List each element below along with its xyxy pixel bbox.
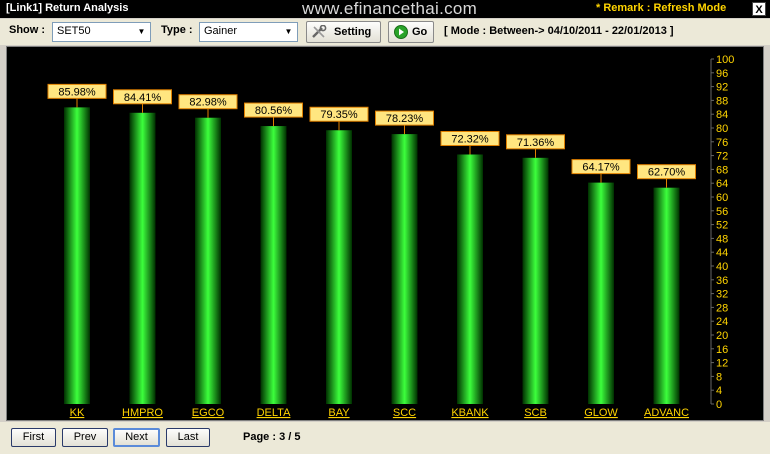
- x-tick-glow[interactable]: GLOW: [584, 407, 618, 419]
- y-tick-label: 40: [716, 261, 728, 273]
- svg-text:64.17%: 64.17%: [582, 162, 620, 174]
- play-icon: [394, 25, 408, 39]
- y-tick-label: 44: [716, 247, 728, 259]
- y-tick-label: 8: [716, 371, 722, 383]
- y-tick-label: 68: [716, 164, 728, 176]
- bar-kk: [64, 107, 90, 404]
- data-label-bay: 79.35%: [309, 106, 369, 131]
- tools-icon: [312, 25, 327, 38]
- title-bar: [Link1] Return Analysis www.efinancethai…: [0, 0, 770, 18]
- x-tick-egco[interactable]: EGCO: [192, 407, 225, 419]
- x-tick-scb[interactable]: SCB: [524, 407, 547, 419]
- bar-hmpro: [129, 112, 156, 405]
- last-page-button[interactable]: Last: [166, 428, 210, 447]
- bar-scc: [391, 134, 418, 404]
- toolbar: Show : SET50 ▼ Type : Gainer ▼ Setting G…: [0, 19, 770, 45]
- y-tick-label: 0: [716, 399, 722, 411]
- type-select-value: Gainer: [204, 25, 238, 37]
- page-indicator: Page : 3 / 5: [243, 431, 301, 443]
- y-tick-label: 4: [716, 385, 722, 397]
- x-tick-kbank[interactable]: KBANK: [451, 407, 489, 419]
- prev-page-button[interactable]: Prev: [62, 428, 108, 447]
- data-label-scc: 78.23%: [375, 110, 434, 135]
- data-label-egco: 82.98%: [178, 94, 238, 118]
- type-select[interactable]: Gainer ▼: [199, 22, 298, 42]
- svg-text:72.32%: 72.32%: [451, 133, 489, 145]
- data-label-scb: 71.36%: [506, 134, 565, 158]
- y-tick-label: 20: [716, 330, 728, 342]
- svg-text:78.23%: 78.23%: [386, 113, 424, 125]
- bar-advanc: [653, 187, 680, 404]
- bar-delta: [260, 126, 287, 405]
- show-label: Show :: [9, 24, 46, 36]
- y-tick-label: 28: [716, 302, 728, 314]
- y-tick-label: 24: [716, 316, 728, 328]
- svg-text:71.36%: 71.36%: [517, 137, 555, 149]
- y-tick-label: 36: [716, 275, 728, 287]
- setting-button[interactable]: Setting: [306, 21, 381, 43]
- y-tick-label: 52: [716, 220, 728, 232]
- window-title: [Link1] Return Analysis: [6, 2, 129, 14]
- data-label-delta: 80.56%: [244, 102, 303, 127]
- data-label-kk: 85.98%: [47, 83, 107, 108]
- data-label-hmpro: 84.41%: [113, 89, 172, 113]
- bar-kbank: [457, 154, 483, 404]
- svg-text:85.98%: 85.98%: [58, 86, 96, 98]
- y-tick-label: 56: [716, 206, 728, 218]
- svg-text:84.41%: 84.41%: [124, 92, 162, 104]
- y-tick-label: 84: [716, 109, 728, 121]
- bar-bay: [326, 130, 352, 404]
- go-button[interactable]: Go: [388, 21, 434, 43]
- go-button-label: Go: [412, 26, 428, 38]
- x-tick-bay[interactable]: BAY: [328, 407, 350, 419]
- x-tick-delta[interactable]: DELTA: [257, 407, 291, 419]
- pager: First Prev Next Last Page : 3 / 5: [0, 422, 770, 454]
- data-label-kbank: 72.32%: [440, 130, 500, 155]
- x-tick-scc[interactable]: SCC: [393, 407, 416, 419]
- svg-text:79.35%: 79.35%: [320, 109, 358, 121]
- chevron-down-icon[interactable]: ▼: [134, 24, 149, 40]
- y-tick-label: 32: [716, 289, 728, 301]
- bar-egco: [195, 117, 221, 405]
- setting-button-label: Setting: [334, 26, 372, 38]
- svg-text:82.98%: 82.98%: [189, 97, 227, 109]
- y-tick-label: 76: [716, 137, 728, 149]
- bar-scb: [522, 157, 549, 404]
- data-label-advanc: 62.70%: [637, 164, 696, 188]
- x-tick-advanc[interactable]: ADVANC: [644, 407, 689, 419]
- x-tick-hmpro[interactable]: HMPRO: [122, 407, 163, 419]
- chevron-down-icon[interactable]: ▼: [281, 24, 296, 40]
- refresh-remark: * Remark : Refresh Mode: [596, 2, 727, 14]
- y-tick-label: 48: [716, 233, 728, 245]
- mode-range-text: [ Mode : Between-> 04/10/2011 - 22/01/20…: [444, 25, 674, 37]
- show-select-value: SET50: [57, 25, 91, 37]
- y-tick-label: 92: [716, 82, 728, 94]
- type-label: Type :: [161, 24, 193, 36]
- y-tick-label: 80: [716, 123, 728, 135]
- chart-canvas: 85.98% 84.41% 82.98% 80.56% 79.35% 78.23% 72.3…: [47, 54, 734, 419]
- data-label-glow: 64.17%: [571, 159, 631, 183]
- return-bar-chart: 85.98% 84.41% 82.98% 80.56% 79.35% 78.23% 72.3…: [6, 46, 764, 421]
- first-page-button[interactable]: First: [11, 428, 56, 447]
- y-tick-label: 60: [716, 192, 728, 204]
- y-tick-label: 16: [716, 344, 728, 356]
- y-tick-label: 64: [716, 178, 728, 190]
- y-tick-label: 72: [716, 151, 728, 163]
- y-tick-label: 96: [716, 68, 728, 80]
- next-page-button[interactable]: Next: [113, 428, 160, 447]
- y-tick-label: 12: [716, 358, 728, 370]
- close-button[interactable]: X: [752, 2, 766, 16]
- show-select[interactable]: SET50 ▼: [52, 22, 151, 42]
- y-tick-label: 100: [716, 54, 734, 66]
- x-tick-kk[interactable]: KK: [70, 407, 85, 419]
- watermark: www.efinancethai.com: [302, 0, 478, 18]
- bar-glow: [588, 182, 614, 404]
- svg-text:62.70%: 62.70%: [648, 167, 686, 179]
- y-tick-label: 88: [716, 95, 728, 107]
- svg-text:80.56%: 80.56%: [255, 105, 293, 117]
